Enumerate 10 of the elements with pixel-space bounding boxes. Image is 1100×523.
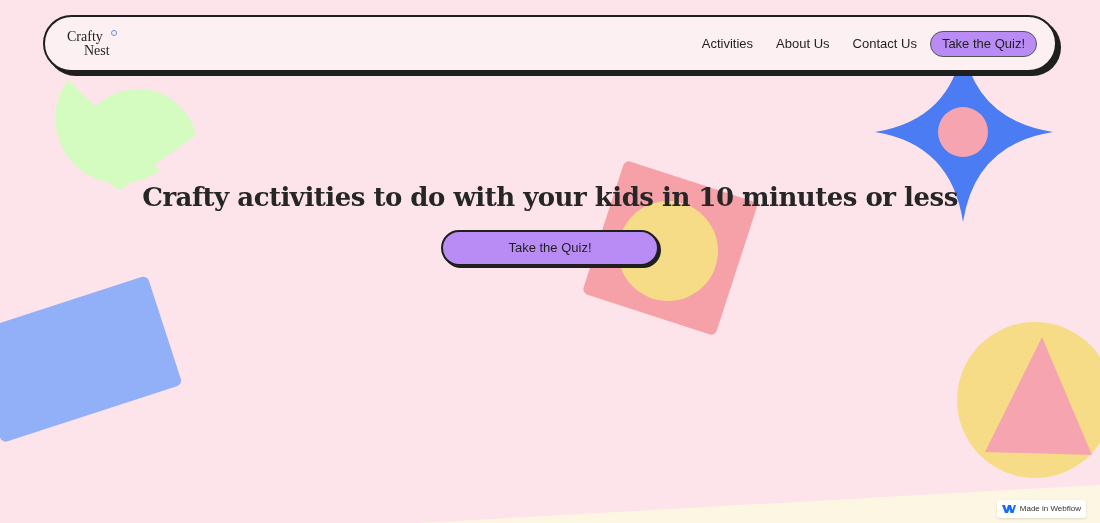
nav-link[interactable]: About Us [776, 33, 830, 54]
webflow-logo-icon [1001, 505, 1016, 513]
quiz-button[interactable]: Take the Quiz! [441, 230, 659, 266]
nav-link[interactable]: Activities [701, 33, 754, 54]
logo[interactable]: Crafty Nest [67, 29, 117, 58]
badge-label: Made in Webflow [1019, 503, 1081, 515]
hero-heading: Crafty activities to do with your kids in 10 minutes or less [142, 181, 958, 214]
webflow-badge[interactable]: Made in Webflow [996, 500, 1086, 518]
nav-link[interactable]: Contact Us [852, 33, 917, 54]
quiz-nav-button[interactable]: Take the Quiz! [929, 30, 1037, 57]
